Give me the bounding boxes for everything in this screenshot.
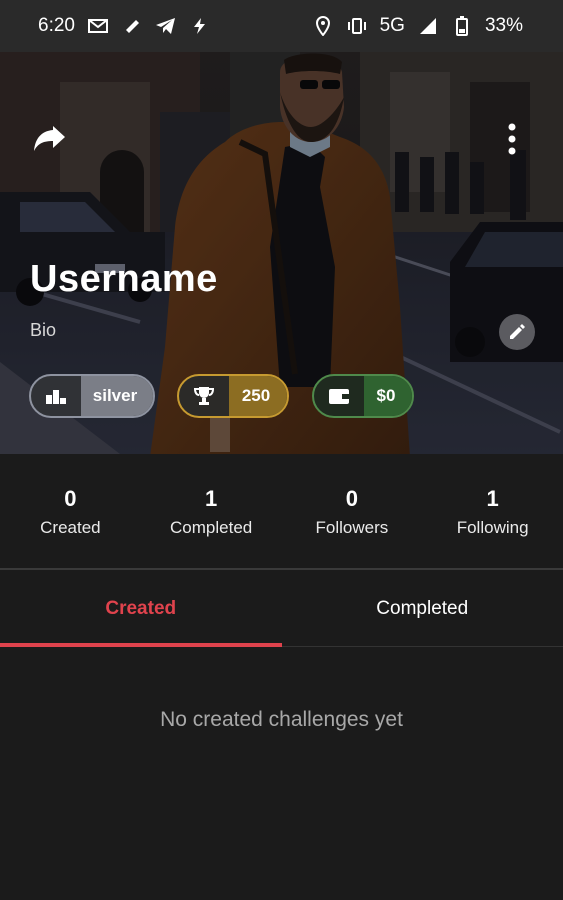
wallet-balance: $0: [364, 376, 412, 416]
stat-value: 1: [486, 486, 499, 511]
profile-stats: 0 Created 1 Completed 0 Followers 1 Foll…: [0, 454, 563, 570]
edit-profile-button[interactable]: [499, 314, 535, 350]
network-type: 5G: [379, 15, 405, 36]
stat-value: 1: [205, 486, 218, 511]
bio: Bio: [30, 320, 57, 340]
tab-completed[interactable]: Completed: [282, 572, 563, 646]
stat-value: 0: [345, 486, 358, 511]
stat-value: 0: [64, 486, 77, 511]
battery-icon: [451, 15, 473, 37]
more-options-icon[interactable]: [504, 122, 520, 156]
stat-label: Following: [456, 518, 529, 537]
empty-state-message: No created challenges yet: [160, 708, 403, 731]
rank-label: silver: [81, 376, 153, 416]
wallet-badge[interactable]: $0: [312, 374, 414, 418]
share-icon[interactable]: [33, 124, 67, 154]
stat-label: Followers: [315, 518, 389, 537]
signal-icon: [417, 15, 439, 37]
telegram-icon: [155, 15, 177, 37]
stat-label: Created: [40, 518, 101, 537]
wallet-icon: [314, 376, 364, 416]
podium-icon: [31, 376, 81, 416]
challenge-tabs: Created Completed: [0, 572, 563, 647]
status-bar: 6:20 5G 33%: [0, 0, 563, 52]
stat-created[interactable]: 0 Created: [0, 454, 141, 568]
bolt-icon: [189, 15, 211, 37]
status-time: 6:20: [38, 15, 75, 36]
vibrate-icon: [346, 15, 368, 37]
pencil-icon: [510, 324, 525, 339]
username: Username: [30, 258, 218, 300]
trophy-count: 250: [229, 376, 287, 416]
location-icon: [312, 15, 334, 37]
stat-following[interactable]: 1 Following: [422, 454, 563, 568]
ticket-icon: [121, 15, 143, 37]
profile-header: Username Bio silver 250 $0: [0, 52, 563, 454]
gmail-icon: [87, 15, 109, 37]
stat-completed[interactable]: 1 Completed: [141, 454, 282, 568]
rank-badge[interactable]: silver: [29, 374, 155, 418]
stat-label: Completed: [170, 518, 253, 537]
tab-created[interactable]: Created: [0, 572, 282, 647]
trophy-icon: [179, 376, 229, 416]
stat-followers[interactable]: 0 Followers: [282, 454, 423, 568]
battery-percent: 33%: [484, 15, 523, 36]
trophy-badge[interactable]: 250: [177, 374, 289, 418]
